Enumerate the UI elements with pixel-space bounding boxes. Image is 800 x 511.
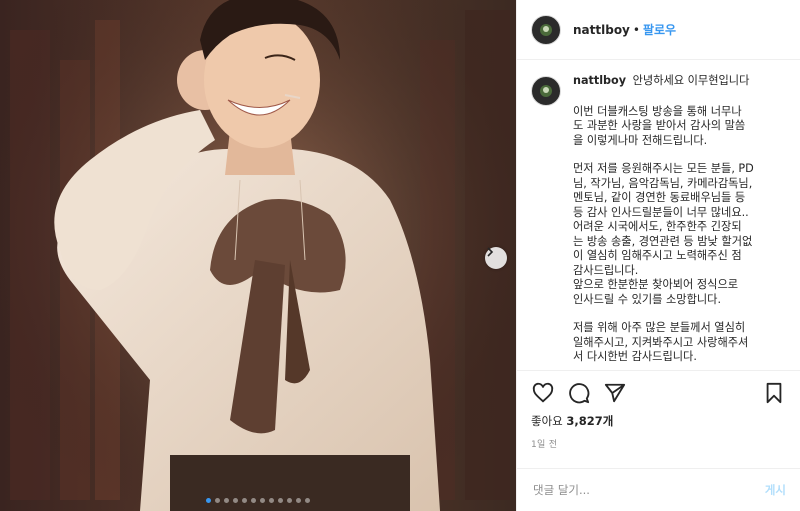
likes-number: 3,827개: [566, 414, 614, 429]
caption-line: 먼저 저를 응원해주시는 모든 분들, PD: [573, 162, 754, 176]
caption-line: 이 열심히 임해주시고 노력해주신 점: [573, 249, 742, 263]
caption-line: 어려운 시국에서도, 한주한주 긴장되: [573, 220, 742, 234]
comment-input[interactable]: [531, 482, 765, 499]
action-bar: 좋아요 3,827개 1일 전: [517, 370, 800, 460]
caption-paragraph: 이번 더블캐스팅 방송을 통해 너무나 도 과분한 사랑을 받아서 감사의 말씀 을…: [573, 105, 785, 149]
follow-button[interactable]: 팔로우: [643, 21, 676, 38]
post-header: nattlboy • 팔로우: [517, 0, 800, 61]
carousel-dot[interactable]: [287, 498, 292, 503]
like-button[interactable]: [531, 381, 555, 405]
post-comment-button[interactable]: 게시: [765, 482, 786, 498]
caption-paragraphs: 이번 더블캐스팅 방송을 통해 너무나 도 과분한 사랑을 받아서 감사의 말씀 을…: [573, 105, 785, 365]
caption-line: 도 과분한 사랑을 받아서 감사의 말씀: [573, 119, 746, 133]
carousel-dot[interactable]: [206, 498, 211, 503]
caption-line: 을 이렇게나마 전해드립니다.: [573, 133, 708, 147]
caption-line: 멘토님, 같이 경연한 동료배우님들 등: [573, 191, 746, 205]
header-separator: •: [632, 22, 640, 37]
save-button[interactable]: [762, 381, 786, 405]
caption-area[interactable]: nattlboy 안녕하세요 이무현입니다 이번 더블캐스팅 방송을 통해 너무…: [517, 60, 800, 370]
carousel-dot[interactable]: [224, 498, 229, 503]
caption-paragraph: 저를 위해 아주 많은 분들께서 열심히 일해주시고, 지켜봐주시고 사랑해주셔 서…: [573, 321, 785, 365]
caption-row: nattlboy 안녕하세요 이무현입니다 이번 더블캐스팅 방송을 통해 너무…: [531, 74, 786, 370]
caption-line: 이번 더블캐스팅 방송을 통해 너무나: [573, 104, 742, 118]
caption-first-line: nattlboy 안녕하세요 이무현입니다: [573, 74, 785, 89]
carousel-dot[interactable]: [233, 498, 238, 503]
caption-line: 인사드릴 수 있기를 소망합니다.: [573, 292, 722, 306]
caption-line: 는 방송 송출, 경연관련 등 밤낮 할거없: [573, 234, 753, 248]
caption-line: 감사드립니다.: [573, 263, 639, 277]
share-button[interactable]: [603, 381, 627, 405]
caption-paragraph: 먼저 저를 응원해주시는 모든 분들, PD 님, 작가님, 음악감독님, 카메라…: [573, 162, 785, 307]
carousel-dots: [0, 498, 516, 503]
caption-greeting: 안녕하세요 이무현입니다: [632, 74, 750, 88]
comment-button[interactable]: [567, 381, 591, 405]
avatar-icon: [540, 23, 552, 36]
post-side-panel: nattlboy • 팔로우 nattlboy 안녕하세요 이무현입니다 이번: [516, 0, 800, 511]
caption-body: nattlboy 안녕하세요 이무현입니다 이번 더블캐스팅 방송을 통해 너무…: [573, 74, 785, 370]
bookmark-icon: [766, 383, 782, 404]
caption-line: 님, 작가님, 음악감독님, 카메라감독님,: [573, 176, 753, 190]
instagram-post: nattlboy • 팔로우 nattlboy 안녕하세요 이무현입니다 이번: [0, 0, 800, 511]
action-icons: [531, 379, 786, 407]
carousel-dot[interactable]: [260, 498, 265, 503]
carousel-dot[interactable]: [305, 498, 310, 503]
caption-line: 일해주시고, 지켜봐주시고 사랑해주셔: [573, 335, 749, 349]
comment-form: 게시: [517, 468, 800, 511]
performer-photo: [0, 0, 516, 511]
likes-count[interactable]: 좋아요 3,827개: [531, 413, 786, 429]
caption-line: 등 감사 인사드릴분들이 너무 많네요..: [573, 205, 749, 219]
post-photo[interactable]: [0, 0, 516, 511]
carousel-dot[interactable]: [242, 498, 247, 503]
carousel-dot[interactable]: [296, 498, 301, 503]
carousel-dot[interactable]: [269, 498, 274, 503]
caption-line: 서 다시한번 감사드립니다.: [573, 350, 697, 364]
carousel-dot[interactable]: [278, 498, 283, 503]
post-time[interactable]: 1일 전: [531, 437, 786, 450]
carousel-dot[interactable]: [251, 498, 256, 503]
avatar-icon: [540, 85, 552, 98]
chevron-right-icon: [487, 247, 494, 257]
comment-icon: [569, 383, 590, 404]
caption-avatar[interactable]: [531, 76, 561, 107]
carousel-next-button[interactable]: [485, 247, 507, 269]
likes-label: 좋아요: [531, 414, 563, 429]
caption-username[interactable]: nattlboy: [573, 74, 626, 87]
share-icon: [604, 384, 626, 403]
header-username[interactable]: nattlboy: [573, 23, 630, 37]
heart-icon: [532, 383, 554, 403]
carousel-dot[interactable]: [215, 498, 220, 503]
avatar[interactable]: [531, 14, 561, 45]
caption-line: 앞으로 한분한분 찾아뵈어 정식으로: [573, 278, 739, 292]
caption-line: 저를 위해 아주 많은 분들께서 열심히: [573, 321, 746, 335]
